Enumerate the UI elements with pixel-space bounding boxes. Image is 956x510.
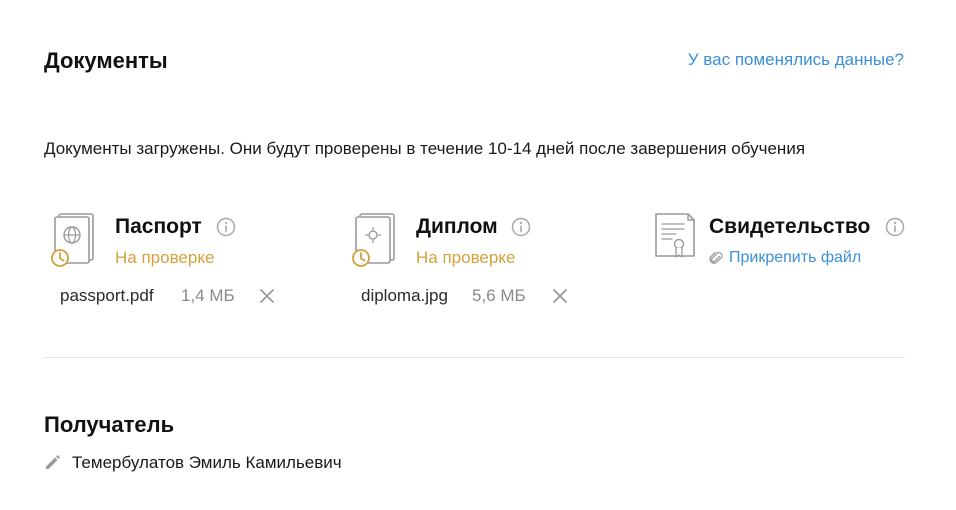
pending-clock-icon bbox=[51, 249, 69, 267]
diploma-file-size: 5,6 МБ bbox=[472, 286, 526, 305]
recipient-name: Темербулатов Эмиль Камильевич bbox=[72, 453, 342, 472]
close-icon[interactable] bbox=[258, 287, 276, 305]
close-icon[interactable] bbox=[551, 287, 569, 305]
document-card-passport: Паспорт На проверке passport.pdf 1,4 МБ bbox=[48, 208, 308, 318]
passport-file-name[interactable]: passport.pdf bbox=[60, 286, 154, 306]
document-card-certificate: Свидетельство Прикрепить файл bbox=[650, 208, 910, 318]
certificate-title: Свидетельство bbox=[709, 215, 871, 238]
info-icon[interactable] bbox=[216, 217, 236, 237]
certificate-icon bbox=[655, 213, 695, 258]
attach-file-label: Прикрепить файл bbox=[729, 249, 862, 266]
diploma-file-name[interactable]: diploma.jpg bbox=[361, 286, 448, 306]
diploma-status: На проверке bbox=[416, 248, 516, 267]
section-divider bbox=[44, 357, 905, 358]
diploma-title: Диплом bbox=[416, 215, 498, 238]
pending-clock-icon bbox=[352, 249, 370, 267]
info-icon[interactable] bbox=[511, 217, 531, 237]
document-card-diploma: Диплом На проверке diploma.jpg 5,6 МБ bbox=[349, 208, 609, 318]
attach-file-link[interactable]: Прикрепить файл bbox=[709, 249, 861, 267]
passport-file-size: 1,4 МБ bbox=[181, 286, 235, 305]
passport-status: На проверке bbox=[115, 248, 215, 267]
info-icon[interactable] bbox=[885, 217, 905, 237]
recipient-title: Получатель bbox=[44, 412, 175, 437]
pencil-icon[interactable] bbox=[44, 453, 62, 471]
passport-title: Паспорт bbox=[115, 215, 202, 238]
changed-data-link[interactable]: У вас поменялись данные? bbox=[688, 50, 904, 70]
documents-title: Документы bbox=[44, 48, 168, 73]
paperclip-icon bbox=[709, 251, 723, 264]
documents-info-text: Документы загружены. Они будут проверены… bbox=[44, 139, 806, 158]
